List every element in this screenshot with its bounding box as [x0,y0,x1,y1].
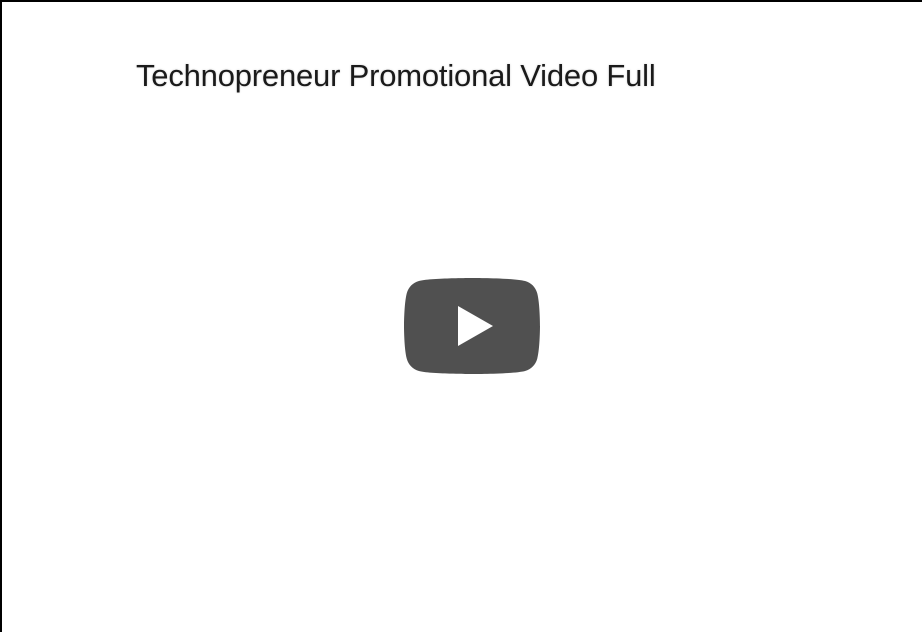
play-button[interactable] [404,278,540,374]
video-title[interactable]: Technopreneur Promotional Video Full [136,56,656,96]
video-embed-frame: Technopreneur Promotional Video Full [0,0,922,632]
play-icon [404,278,540,374]
